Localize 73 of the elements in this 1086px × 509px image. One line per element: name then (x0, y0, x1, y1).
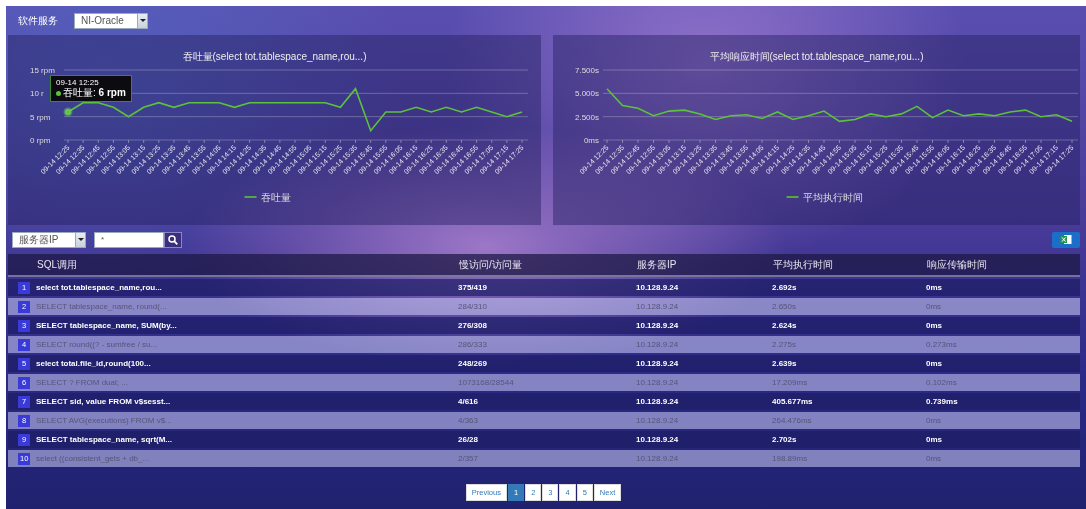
table-cell: 10.128.9.24 (636, 317, 772, 334)
table-cell: 4/363 (458, 412, 636, 429)
sql-link[interactable]: SELECT tablespace_name, sqrt(M... (36, 431, 458, 448)
hover-point-marker (63, 107, 73, 117)
sql-link[interactable]: SELECT tablespace_name, SUM(by... (36, 317, 458, 334)
y-axis-label: 0ms (583, 136, 599, 145)
table-cell: 276/308 (458, 317, 636, 334)
y-axis-label: 2.500s (574, 112, 599, 122)
table-cell: 2.639s (772, 355, 926, 372)
table-cell: 1073168/28544 (458, 374, 636, 391)
y-axis-label: 10 r (30, 89, 44, 99)
sql-link[interactable]: select tot.tablespace_name,rou... (36, 279, 458, 296)
table-cell: 10.128.9.24 (636, 336, 772, 353)
table-cell: 2.692s (772, 279, 926, 296)
chart-title: 平均响应时间(select tot.tablespace_name,rou...) (709, 51, 924, 62)
y-axis-label: 7.500s (574, 66, 599, 75)
table-cell: 0ms (926, 317, 1080, 334)
table-cell: 0ms (926, 298, 1080, 315)
table-cell: 10.128.9.24 (636, 431, 772, 448)
table-cell: 0.273ms (926, 336, 1080, 353)
column-header: 服务器IP (636, 254, 772, 277)
table-cell: 198.89ms (772, 450, 926, 467)
column-header: 平均执行时间 (772, 254, 926, 277)
tooltip-time: 09-14 12:25 (56, 78, 100, 87)
table-cell: 405.677ms (772, 393, 926, 410)
spreadsheet-icon (1060, 234, 1072, 245)
y-axis-label: 15 rpm (30, 66, 55, 75)
table-cell: 2.624s (772, 317, 926, 334)
search-icon (168, 234, 178, 245)
table-cell: 10.128.9.24 (636, 393, 772, 410)
table-cell: 375/419 (458, 279, 636, 296)
table-cell: 10.128.9.24 (636, 279, 772, 296)
table-cell: 10.128.9.24 (636, 355, 772, 372)
column-header: 慢访问/访问量 (458, 254, 636, 277)
table-cell: 10.128.9.24 (636, 412, 772, 429)
legend-label[interactable]: 吞吐量 (260, 191, 291, 203)
table-cell: 26/28 (458, 431, 636, 448)
column-header: SQL调用 (36, 254, 458, 277)
table-cell: 10.128.9.24 (636, 298, 772, 315)
service-select[interactable]: NI-Oracle (74, 12, 148, 29)
chart-title: 吞吐量(select tot.tablespace_name,rou...) (182, 51, 367, 62)
table-cell: 4/616 (458, 393, 636, 410)
series-dot-icon (56, 91, 61, 97)
export-button[interactable] (1052, 231, 1080, 248)
column-header: 响应传输时间 (926, 254, 1080, 277)
server-ip-select[interactable]: 服务器IP (12, 231, 86, 248)
table-cell: 264.476ms (772, 412, 926, 429)
y-axis-label: 0 rpm (30, 136, 51, 145)
table-cell: 0.739ms (926, 393, 1080, 410)
y-axis-label: 5 rpm (30, 112, 51, 122)
table-cell: 286/333 (458, 336, 636, 353)
table-cell: 0ms (926, 431, 1080, 448)
tooltip-value: 吞吐量: 6 rpm (63, 87, 126, 99)
legend-label[interactable]: 平均执行时间 (802, 191, 863, 203)
table-cell: 2.275s (772, 336, 926, 353)
caret-icon (139, 19, 146, 22)
table-cell: 0ms (926, 355, 1080, 372)
y-axis-label: 5.000s (574, 89, 599, 99)
table-cell: 17.209ms (772, 374, 926, 391)
caret-icon (77, 238, 84, 241)
table-cell: 2.650s (772, 298, 926, 315)
sql-link[interactable]: SELECT sid, value FROM v$sesst... (36, 393, 458, 410)
table-cell: 2.702s (772, 431, 926, 448)
table-cell: 0ms (926, 279, 1080, 296)
search-button[interactable] (164, 231, 182, 248)
table-cell: 284/310 (458, 298, 636, 315)
table-cell: 0.102ms (926, 374, 1080, 391)
sql-link[interactable]: select total.file_id,round(100... (36, 355, 458, 372)
table-cell: 10.128.9.24 (636, 374, 772, 391)
table-cell: 248/269 (458, 355, 636, 372)
search-field[interactable]: * (94, 231, 164, 248)
table-cell: 10.128.9.24 (636, 450, 772, 467)
filter-label: 软件服务 (18, 14, 58, 28)
